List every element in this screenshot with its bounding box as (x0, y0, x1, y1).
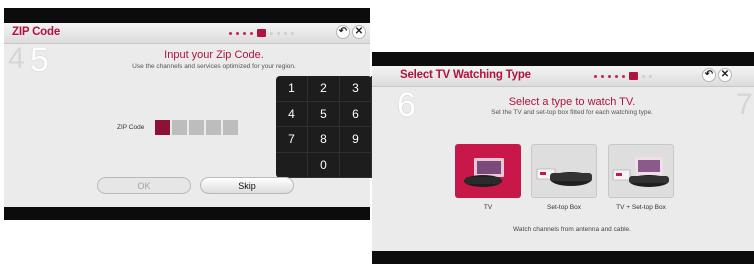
key-4[interactable]: 4 (276, 101, 308, 127)
key-0[interactable]: 0 (308, 152, 340, 178)
progress-dot (277, 31, 280, 35)
screen-title: ZIP Code (12, 26, 61, 38)
progress-dot (229, 31, 232, 35)
progress-dot (608, 74, 611, 78)
title-bar: ZIP Code ↶ ✕ (4, 23, 370, 44)
progress-dot (615, 74, 618, 78)
top-black-bar (4, 8, 370, 23)
zip-digit-box[interactable] (223, 120, 238, 135)
zip-digit-box[interactable] (206, 120, 221, 135)
key-5[interactable]: 5 (308, 101, 340, 127)
progress-dot (601, 74, 604, 78)
key-1[interactable]: 1 (276, 76, 308, 102)
numeric-keypad: 1 2 3 4 5 6 7 8 9 0 (276, 76, 372, 178)
progress-dot (291, 31, 294, 35)
back-button[interactable]: ↶ (336, 25, 350, 39)
back-arrow-icon: ↶ (338, 26, 348, 37)
title-bar: Select TV Watching Type ↶ ✕ (372, 66, 754, 87)
progress-dot (284, 31, 287, 35)
option-tv-plus-set-top-box[interactable] (608, 144, 674, 198)
key-2[interactable]: 2 (308, 76, 340, 102)
key-9[interactable]: 9 (340, 127, 372, 153)
close-icon: ✕ (720, 69, 730, 80)
current-step-number: 6 (397, 86, 416, 124)
option-tv[interactable] (455, 144, 521, 198)
key-6[interactable]: 6 (340, 101, 372, 127)
tv-device-icon (464, 158, 504, 187)
current-step-number: 5 (30, 41, 49, 79)
ok-button[interactable]: OK (97, 177, 191, 194)
zip-code-label: ZIP Code (117, 124, 145, 131)
close-icon: ✕ (354, 26, 364, 37)
skip-button[interactable]: Skip (200, 177, 294, 194)
key-7[interactable]: 7 (276, 127, 308, 153)
previous-step-number: 4 (8, 42, 25, 75)
zip-digit-box[interactable] (189, 120, 204, 135)
progress-current (257, 29, 266, 37)
option-label: TV + Set-top Box (616, 204, 666, 211)
progress-dot (649, 74, 652, 78)
page-subtitle: Set the TV and set-top box fitted for ea… (491, 109, 653, 116)
option-description: Watch channels from antenna and cable. (513, 226, 631, 233)
zip-code-screen: ZIP Code ↶ ✕ 4 5 Input your Zip Code. Us… (4, 8, 372, 220)
tv-and-set-top-box-icon (612, 157, 669, 187)
progress-dot (642, 74, 645, 78)
screen-title: Select TV Watching Type (400, 69, 531, 81)
set-top-box-icon (536, 168, 592, 186)
page-subtitle: Use the channels and services optimized … (132, 63, 296, 70)
progress-dot (243, 31, 246, 35)
progress-dot (236, 31, 239, 35)
top-black-bar (372, 52, 754, 66)
page-heading: Select a type to watch TV. (508, 96, 636, 108)
back-button[interactable]: ↶ (702, 68, 716, 82)
close-button[interactable]: ✕ (352, 25, 366, 39)
key-blank (340, 152, 372, 178)
progress-dot (594, 74, 597, 78)
next-step-number: 7 (736, 88, 753, 121)
close-button[interactable]: ✕ (718, 68, 732, 82)
bottom-black-bar (4, 207, 370, 220)
zip-digit-box[interactable] (172, 120, 187, 135)
progress-current (629, 72, 638, 80)
option-set-top-box[interactable] (531, 144, 597, 198)
key-8[interactable]: 8 (308, 127, 340, 153)
progress-dots (594, 72, 652, 80)
page-heading: Input your Zip Code. (164, 49, 264, 61)
tv-watching-type-screen: Select TV Watching Type ↶ ✕ 6 7 Select a… (372, 52, 754, 264)
back-arrow-icon: ↶ (704, 69, 714, 80)
zip-digit-box[interactable] (155, 120, 170, 135)
progress-dots (229, 29, 294, 37)
progress-dot (250, 31, 253, 35)
progress-dot (270, 31, 273, 35)
key-blank (276, 152, 308, 178)
progress-dot (622, 74, 625, 78)
key-3[interactable]: 3 (340, 76, 372, 102)
bottom-black-bar (372, 251, 754, 264)
